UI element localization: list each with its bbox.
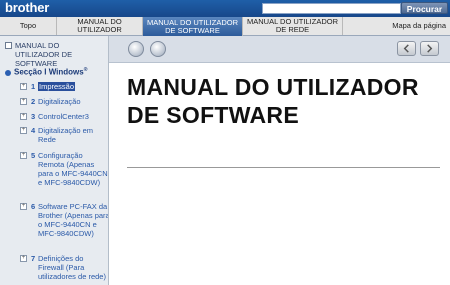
item-label: Impressão xyxy=(38,82,76,91)
search-input[interactable] xyxy=(262,3,401,14)
tab-manual-rede[interactable]: MANUAL DO UTILIZADOR DE REDE xyxy=(243,17,343,35)
brother-logo[interactable]: brother xyxy=(5,0,49,16)
sidebar-item-firewall[interactable]: + 7 Definições do Firewall (Para utiliza… xyxy=(20,254,106,284)
sidebar: MANUAL DO UTILIZADOR DE SOFTWARE Secção … xyxy=(0,36,109,285)
item-number: 2 xyxy=(31,97,36,106)
item-number: 6 xyxy=(31,202,36,211)
item-number: 7 xyxy=(31,254,36,263)
nav-tabs: Topo MANUAL DO UTILIZADOR MANUAL DO UTIL… xyxy=(0,17,450,36)
expand-icon[interactable]: + xyxy=(20,83,27,90)
item-label: Digitalização em Rede xyxy=(38,126,94,144)
next-page-button[interactable] xyxy=(420,41,439,56)
top-bar: brother Procurar xyxy=(0,0,450,17)
expand-icon[interactable]: + xyxy=(20,98,27,105)
tab-manual-utilizador[interactable]: MANUAL DO UTILIZADOR xyxy=(57,17,143,35)
sidebar-item-digitalizacao[interactable]: + 2 Digitalização xyxy=(20,97,104,106)
page-icon xyxy=(5,42,12,49)
item-label: Definições do Firewall (Para utilizadore… xyxy=(38,254,106,281)
title-divider xyxy=(127,167,440,168)
sidebar-item-controlcenter3[interactable]: + 3 ControlCenter3 xyxy=(20,112,104,121)
item-label: ControlCenter3 xyxy=(38,112,89,121)
expand-icon[interactable]: + xyxy=(20,203,27,210)
registered-mark: ® xyxy=(83,67,88,73)
section-title-label: Secção I Windows xyxy=(14,67,84,77)
chevron-left-icon xyxy=(403,44,409,53)
expand-icon[interactable]: + xyxy=(20,255,27,262)
item-label: Digitalização xyxy=(38,97,81,106)
item-label: Software PC-FAX da Brother (Apenas para … xyxy=(38,202,109,238)
chevron-right-icon xyxy=(427,44,433,53)
tab-mapa-pagina[interactable]: Mapa da página xyxy=(343,17,450,35)
section-bullet-icon xyxy=(5,69,11,76)
item-number: 5 xyxy=(31,151,36,160)
tab-manual-software[interactable]: MANUAL DO UTILIZADOR DE SOFTWARE xyxy=(143,17,243,36)
page-title: MANUAL DO UTILIZADOR DE SOFTWARE xyxy=(127,74,419,128)
sidebar-item-pc-fax[interactable]: + 6 Software PC-FAX da Brother (Apenas p… xyxy=(20,202,108,252)
item-number: 1 xyxy=(31,82,36,91)
section-title[interactable]: Secção I Windows® xyxy=(5,67,87,77)
sidebar-item-impressao[interactable]: + 1 Impressão xyxy=(20,82,104,91)
expand-icon[interactable]: + xyxy=(20,113,27,120)
expand-icon[interactable]: + xyxy=(20,152,27,159)
previous-page-button[interactable] xyxy=(397,41,416,56)
print-button[interactable] xyxy=(150,41,166,57)
home-button[interactable] xyxy=(128,41,144,57)
sidebar-item-configuracao-remota[interactable]: + 5 Configuração Remota (Apenas para o M… xyxy=(20,151,108,199)
tab-topo[interactable]: Topo xyxy=(0,17,57,35)
content-toolbar xyxy=(109,36,450,63)
sidebar-item-digitalizacao-rede[interactable]: + 4 Digitalização em Rede xyxy=(20,126,104,146)
main-content: MANUAL DO UTILIZADOR DE SOFTWARE xyxy=(109,63,450,285)
item-number: 4 xyxy=(31,126,36,135)
search-button[interactable]: Procurar xyxy=(401,2,448,14)
expand-icon[interactable]: + xyxy=(20,127,27,134)
sidebar-top-link-label: MANUAL DO UTILIZADOR DE SOFTWARE xyxy=(15,41,73,68)
sidebar-top-link[interactable]: MANUAL DO UTILIZADOR DE SOFTWARE xyxy=(5,41,103,68)
item-label: Configuração Remota (Apenas para o MFC-9… xyxy=(38,151,108,187)
item-number: 3 xyxy=(31,112,36,121)
